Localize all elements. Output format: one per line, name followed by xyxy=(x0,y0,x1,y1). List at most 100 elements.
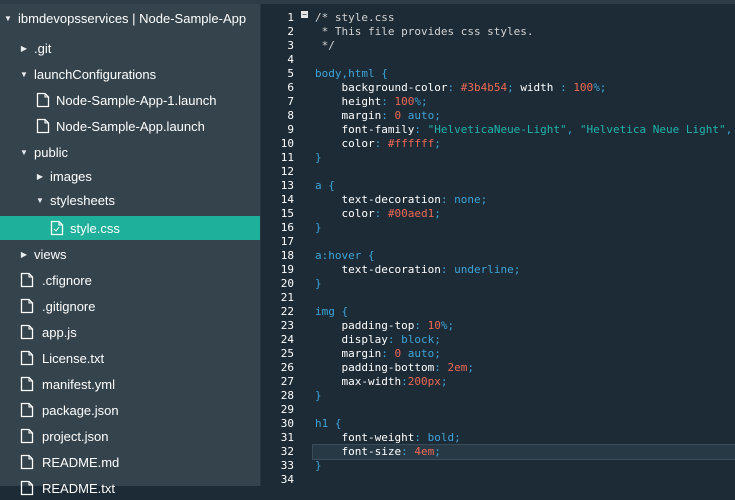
code-token: color xyxy=(315,137,375,150)
tree-folder[interactable]: ▼ public xyxy=(0,140,260,164)
tree-item-label: Node-Sample-App.launch xyxy=(56,118,205,134)
code-line[interactable]: } xyxy=(315,277,322,291)
code-line[interactable]: background-color: #3b4b54; width : 100%; xyxy=(315,81,606,95)
line-number: 20 xyxy=(280,277,294,290)
code-line[interactable]: text-decoration: underline; xyxy=(315,263,520,277)
code-token: display xyxy=(315,333,388,346)
code-editor[interactable]: − 1 2 3 4 5 6 7 8 9 10 11 12 13 14 15 16 17 18 19 20 21 22 23 2… xyxy=(261,4,735,486)
code-token: : xyxy=(381,109,395,122)
file-icon xyxy=(20,428,34,444)
code-line[interactable]: } xyxy=(315,459,322,473)
tree-file[interactable]: .cfignore xyxy=(0,268,260,292)
tree-folder[interactable]: ▼ launchConfigurations xyxy=(0,62,260,86)
code-token: ; xyxy=(507,81,521,94)
tree-folder[interactable]: ▶ images xyxy=(0,164,260,188)
code-line[interactable]: } xyxy=(315,389,322,403)
code-token: : xyxy=(374,137,388,150)
file-icon xyxy=(20,454,34,470)
code-line[interactable]: img { xyxy=(315,305,348,319)
code-line[interactable]: height: 100%; xyxy=(315,95,427,109)
line-number: 7 xyxy=(287,95,294,108)
code-line[interactable]: color: #00aed1; xyxy=(315,207,440,221)
tree-file[interactable]: project.json xyxy=(0,424,260,448)
code-token: : xyxy=(434,361,448,374)
code-line[interactable]: display: block; xyxy=(315,333,440,347)
code-token: #ffffff xyxy=(387,137,435,150)
tree-file[interactable]: app.js xyxy=(0,320,260,344)
active-code-line[interactable]: font-size: 4em; xyxy=(312,444,735,460)
chevron-down-icon[interactable]: ▼ xyxy=(2,14,14,23)
tree-item-label: manifest.yml xyxy=(42,376,115,392)
code-token: } xyxy=(315,459,322,472)
code-line[interactable]: } xyxy=(315,151,322,165)
code-token: : xyxy=(381,95,395,108)
code-line[interactable]: a { xyxy=(315,179,335,193)
tree-file[interactable]: package.json xyxy=(0,398,260,422)
code-token: auto xyxy=(401,109,435,122)
line-number: 1 xyxy=(287,11,294,24)
line-number: 32 xyxy=(280,445,294,458)
tree-folder[interactable]: ▼ stylesheets xyxy=(0,188,260,212)
tree-file[interactable]: README.md xyxy=(0,450,260,474)
code-line[interactable]: */ xyxy=(315,39,335,53)
code-line[interactable]: * This file provides css styles. xyxy=(315,25,534,39)
file-icon xyxy=(20,298,34,314)
tree-file[interactable]: style.css xyxy=(0,216,260,240)
chevron-down-icon[interactable]: ▼ xyxy=(18,148,30,157)
chevron-right-icon[interactable]: ▶ xyxy=(18,250,30,259)
code-token: /* style.css xyxy=(315,11,395,24)
code-area[interactable]: /* style.css * This file provides css st… xyxy=(312,4,735,486)
code-token: %; xyxy=(440,319,455,332)
tree-file[interactable]: License.txt xyxy=(0,346,260,370)
file-icon xyxy=(20,402,34,418)
fold-toggle-icon[interactable]: − xyxy=(301,11,308,19)
code-token: #3b4b54 xyxy=(460,81,508,94)
chevron-right-icon[interactable]: ▶ xyxy=(18,44,30,53)
tree-file[interactable]: Node-Sample-App-1.launch xyxy=(0,88,260,112)
code-line[interactable]: padding-top: 10%; xyxy=(315,319,454,333)
chevron-down-icon[interactable]: ▼ xyxy=(18,70,30,79)
tree-file[interactable]: .gitignore xyxy=(0,294,260,318)
code-token: ; xyxy=(440,375,448,388)
tree-item-label: .gitignore xyxy=(42,298,96,314)
line-number: 12 xyxy=(280,165,294,178)
code-token: : xyxy=(381,347,395,360)
tree-item-label: License.txt xyxy=(42,350,105,366)
code-token: 2em xyxy=(447,361,468,374)
project-root-row[interactable]: ▼ ibmdevopsservices | Node-Sample-App xyxy=(0,6,260,30)
code-line[interactable]: /* style.css xyxy=(315,11,394,25)
code-line[interactable]: text-decoration: none; xyxy=(315,193,487,207)
code-token: auto xyxy=(401,347,435,360)
code-token: ; xyxy=(467,361,474,374)
line-number: 29 xyxy=(280,403,294,416)
code-line[interactable]: padding-bottom: 2em; xyxy=(315,361,474,375)
code-line[interactable]: margin: 0 auto; xyxy=(315,109,440,123)
file-icon xyxy=(36,92,50,108)
code-line[interactable]: h1 { xyxy=(315,417,342,431)
tree-file[interactable]: README.txt xyxy=(0,476,260,500)
code-token: : xyxy=(414,123,428,136)
tree-folder[interactable]: ▶ views xyxy=(0,242,260,266)
code-token: "Helvetica Neue Light" xyxy=(579,123,726,136)
tree-file[interactable]: Node-Sample-App.launch xyxy=(0,114,260,138)
chevron-right-icon[interactable]: ▶ xyxy=(34,172,46,181)
code-line[interactable]: margin: 0 auto; xyxy=(315,347,440,361)
code-token: bold xyxy=(427,431,455,444)
chevron-down-icon[interactable]: ▼ xyxy=(34,196,46,205)
code-line[interactable]: font-family: "HelveticaNeue-Light", "Hel… xyxy=(315,123,732,137)
code-token: font-size xyxy=(315,445,402,458)
code-token: 10 xyxy=(427,319,441,332)
code-line[interactable]: a:hover { xyxy=(315,249,375,263)
line-number: 24 xyxy=(280,333,294,346)
code-token: padding-bottom xyxy=(315,361,435,374)
tree-folder[interactable]: ▶ .git xyxy=(0,36,260,60)
code-line[interactable]: } xyxy=(315,221,322,235)
code-line[interactable]: max-width:200px; xyxy=(315,375,447,389)
code-line[interactable]: color: #ffffff; xyxy=(315,137,440,151)
tree-file[interactable]: manifest.yml xyxy=(0,372,260,396)
line-number: 26 xyxy=(280,361,294,374)
code-line[interactable]: font-weight: bold; xyxy=(315,431,460,445)
code-line[interactable]: body,html { xyxy=(315,67,388,81)
code-token: 100 xyxy=(394,95,415,108)
line-number: 34 xyxy=(280,473,294,486)
